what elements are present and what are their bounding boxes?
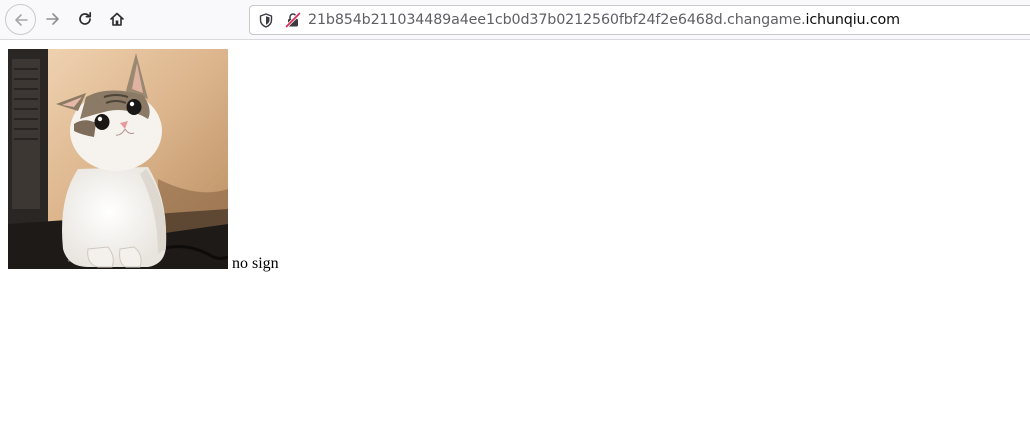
forward-button[interactable] [38,4,68,34]
page-content: no sign [8,49,1008,279]
reload-button[interactable] [70,4,100,34]
back-button[interactable] [5,4,36,35]
cat-image [8,49,228,269]
home-button[interactable] [102,4,132,34]
address-bar[interactable]: 21b854b211034489a4ee1cb0d37b0212560fbf24… [249,5,1030,35]
back-arrow-icon [14,13,28,26]
home-icon [110,12,124,26]
reload-icon [79,11,92,25]
shield-icon[interactable] [258,12,274,28]
forward-arrow-icon [46,13,59,25]
url-domain: ichunqiu.com [805,12,901,28]
browser-toolbar: 21b854b211034489a4ee1cb0d37b0212560fbf24… [0,0,1030,40]
page-message: no sign [232,255,279,272]
url-text[interactable]: 21b854b211034489a4ee1cb0d37b0212560fbf24… [308,11,900,29]
url-subdomain: 21b854b211034489a4ee1cb0d37b0212560fbf24… [308,12,806,28]
insecure-lock-icon[interactable] [285,12,301,28]
